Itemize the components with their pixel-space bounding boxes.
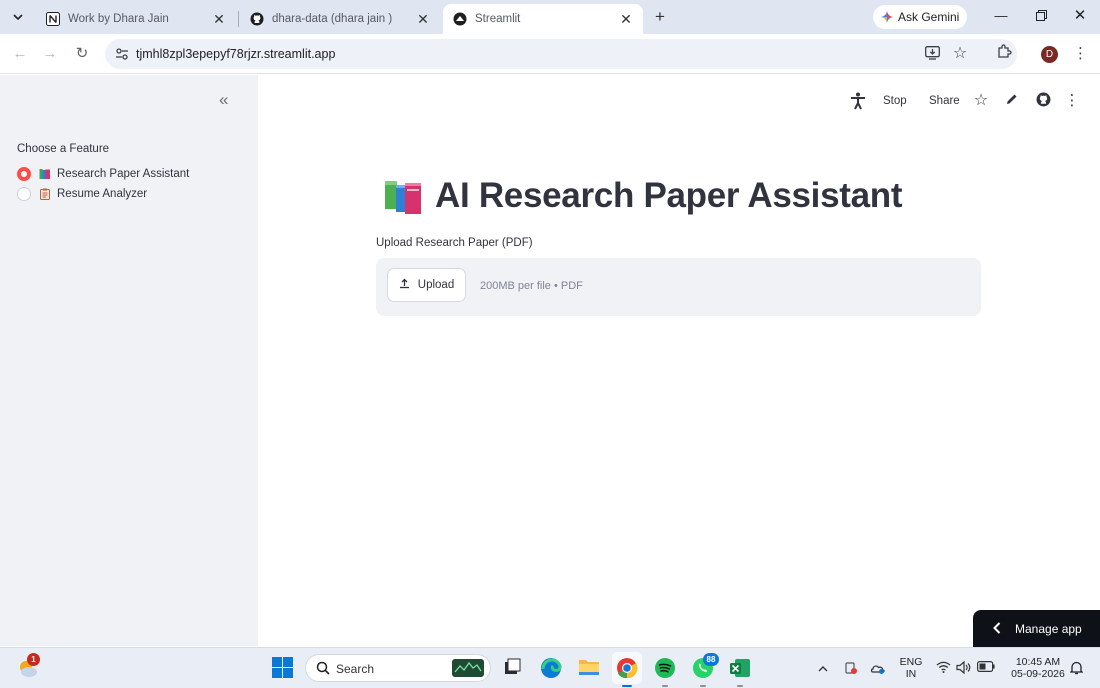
manage-app-button[interactable]: Manage app xyxy=(973,610,1100,647)
url-text[interactable]: tjmhl8zpl3epepyf78rjzr.streamlit.app xyxy=(136,47,335,61)
spotify-icon[interactable] xyxy=(654,657,676,679)
whatsapp-running-indicator xyxy=(700,685,706,687)
chrome-taskbar-button[interactable] xyxy=(612,652,642,684)
excel-icon[interactable] xyxy=(729,657,751,679)
file-explorer-icon[interactable] xyxy=(578,657,600,679)
upload-limit-text: 200MB per file • PDF xyxy=(480,280,583,292)
new-tab-plus-icon[interactable]: + xyxy=(651,8,669,26)
minimize-window-icon[interactable]: — xyxy=(991,6,1011,26)
notifications-bell-icon[interactable] xyxy=(1068,661,1084,675)
upload-button[interactable]: Upload xyxy=(387,268,466,302)
tab-title: dhara-data (dhara jain ) xyxy=(272,13,393,25)
stock-chart-icon xyxy=(452,659,484,677)
weather-badge: 1 xyxy=(27,653,40,666)
tab-streamlit[interactable]: Streamlit ✕ xyxy=(443,4,643,34)
reload-icon[interactable]: ↻ xyxy=(72,44,92,64)
close-tab-icon[interactable]: ✕ xyxy=(416,11,430,28)
address-bar[interactable]: tjmhl8zpl3epepyf78rjzr.streamlit.app ☆ xyxy=(105,39,1017,69)
onedrive-sync-icon[interactable] xyxy=(870,661,886,675)
chevron-left-icon xyxy=(993,621,1001,637)
tab-search-chevron-icon[interactable] xyxy=(8,7,28,27)
whatsapp-badge: 88 xyxy=(703,653,719,666)
page-title: AI Research Paper Assistant xyxy=(383,176,903,216)
meet-now-icon[interactable] xyxy=(843,661,859,675)
edit-pencil-icon[interactable] xyxy=(1003,92,1021,110)
books-icon xyxy=(39,169,50,179)
tab-work-by-dhara-jain[interactable]: Work by Dhara Jain ✕ xyxy=(36,4,236,34)
chrome-active-indicator xyxy=(622,685,632,687)
excel-running-indicator xyxy=(737,685,743,687)
file-dropzone[interactable]: Upload 200MB per file • PDF xyxy=(376,258,981,316)
tab-divider xyxy=(238,11,239,27)
volume-icon[interactable] xyxy=(955,660,971,675)
battery-icon[interactable] xyxy=(977,661,995,675)
region-code: IN xyxy=(905,668,917,680)
radio-selected-icon[interactable] xyxy=(17,167,31,181)
clock-date: 05-09-2026 xyxy=(1011,668,1065,680)
profile-avatar[interactable]: D xyxy=(1041,46,1058,63)
clipboard-icon xyxy=(40,188,50,200)
radio-unselected-icon[interactable] xyxy=(17,187,31,201)
spotify-running-indicator xyxy=(662,685,668,687)
close-tab-icon[interactable]: ✕ xyxy=(619,11,633,28)
show-hidden-icons-chevron-icon[interactable] xyxy=(815,661,831,675)
taskbar-search[interactable]: Search xyxy=(305,654,491,682)
bookmark-star-icon[interactable]: ☆ xyxy=(952,46,968,62)
task-view-icon[interactable] xyxy=(502,657,524,679)
collapse-sidebar-icon[interactable]: « xyxy=(219,91,235,108)
search-placeholder: Search xyxy=(336,662,375,676)
github-icon xyxy=(250,12,264,26)
browser-menu-icon[interactable]: ⋮ xyxy=(1073,45,1088,63)
tab-title: Work by Dhara Jain xyxy=(68,13,169,25)
books-icon xyxy=(385,181,421,214)
uploader-label: Upload Research Paper (PDF) xyxy=(376,237,533,249)
gemini-sparkle-icon xyxy=(881,11,893,23)
page-title-text: AI Research Paper Assistant xyxy=(435,176,903,215)
back-arrow-icon[interactable]: ← xyxy=(10,44,30,64)
search-icon xyxy=(316,661,330,675)
install-app-icon[interactable] xyxy=(924,46,940,62)
windows-taskbar: 1 Search 88 ENG IN 10:45 AM 05-09-2026 xyxy=(0,647,1100,688)
main-menu-icon[interactable]: ⋮ xyxy=(1063,92,1081,110)
ask-gemini-label: Ask Gemini xyxy=(898,10,960,24)
close-window-icon[interactable]: ✕ xyxy=(1070,6,1090,26)
manage-app-label: Manage app xyxy=(1015,621,1082,636)
radio-option-label: Research Paper Assistant xyxy=(57,168,190,180)
site-info-icon[interactable] xyxy=(115,47,129,61)
radio-option-label: Resume Analyzer xyxy=(57,188,148,200)
forward-arrow-icon[interactable]: → xyxy=(40,44,60,64)
browser-tab-strip: Work by Dhara Jain ✕ dhara-data (dhara j… xyxy=(0,0,1100,34)
input-language[interactable]: ENG IN xyxy=(897,656,925,680)
clock-time: 10:45 AM xyxy=(1015,656,1061,668)
close-tab-icon[interactable]: ✕ xyxy=(212,11,226,28)
windows-start-icon[interactable] xyxy=(272,657,294,679)
upload-icon xyxy=(399,278,410,292)
feature-radio-label: Choose a Feature xyxy=(17,143,110,155)
restore-window-icon[interactable] xyxy=(1031,6,1051,26)
upload-button-label: Upload xyxy=(417,279,455,291)
share-button[interactable]: Share xyxy=(929,93,960,109)
tab-title: Streamlit xyxy=(475,13,521,25)
streamlit-main: Stop Share ☆ ⋮ AI Research Paper Assista… xyxy=(258,75,1100,646)
streamlit-icon xyxy=(453,12,467,26)
clock[interactable]: 10:45 AM 05-09-2026 xyxy=(1004,656,1072,680)
browser-toolbar: ← → ↻ tjmhl8zpl3epepyf78rjzr.streamlit.a… xyxy=(0,34,1100,74)
ask-gemini-button[interactable]: Ask Gemini xyxy=(873,5,967,29)
wifi-icon[interactable] xyxy=(935,661,951,675)
language-code: ENG xyxy=(899,656,923,668)
extensions-puzzle-icon[interactable] xyxy=(994,44,1014,64)
streamlit-sidebar: « Choose a Feature Research Paper Assist… xyxy=(0,75,258,646)
notion-icon xyxy=(46,12,60,26)
accessibility-icon[interactable] xyxy=(849,92,867,110)
radio-option-resume-analyzer[interactable]: Resume Analyzer xyxy=(17,186,147,202)
edge-browser-icon[interactable] xyxy=(540,657,562,679)
tab-dhara-data[interactable]: dhara-data (dhara jain ) ✕ xyxy=(240,4,440,34)
radio-option-research-paper-assistant[interactable]: Research Paper Assistant xyxy=(17,166,189,182)
chrome-icon xyxy=(617,658,638,679)
stop-button[interactable]: Stop xyxy=(883,93,907,109)
github-icon[interactable] xyxy=(1034,92,1052,110)
favorite-star-icon[interactable]: ☆ xyxy=(972,92,990,110)
